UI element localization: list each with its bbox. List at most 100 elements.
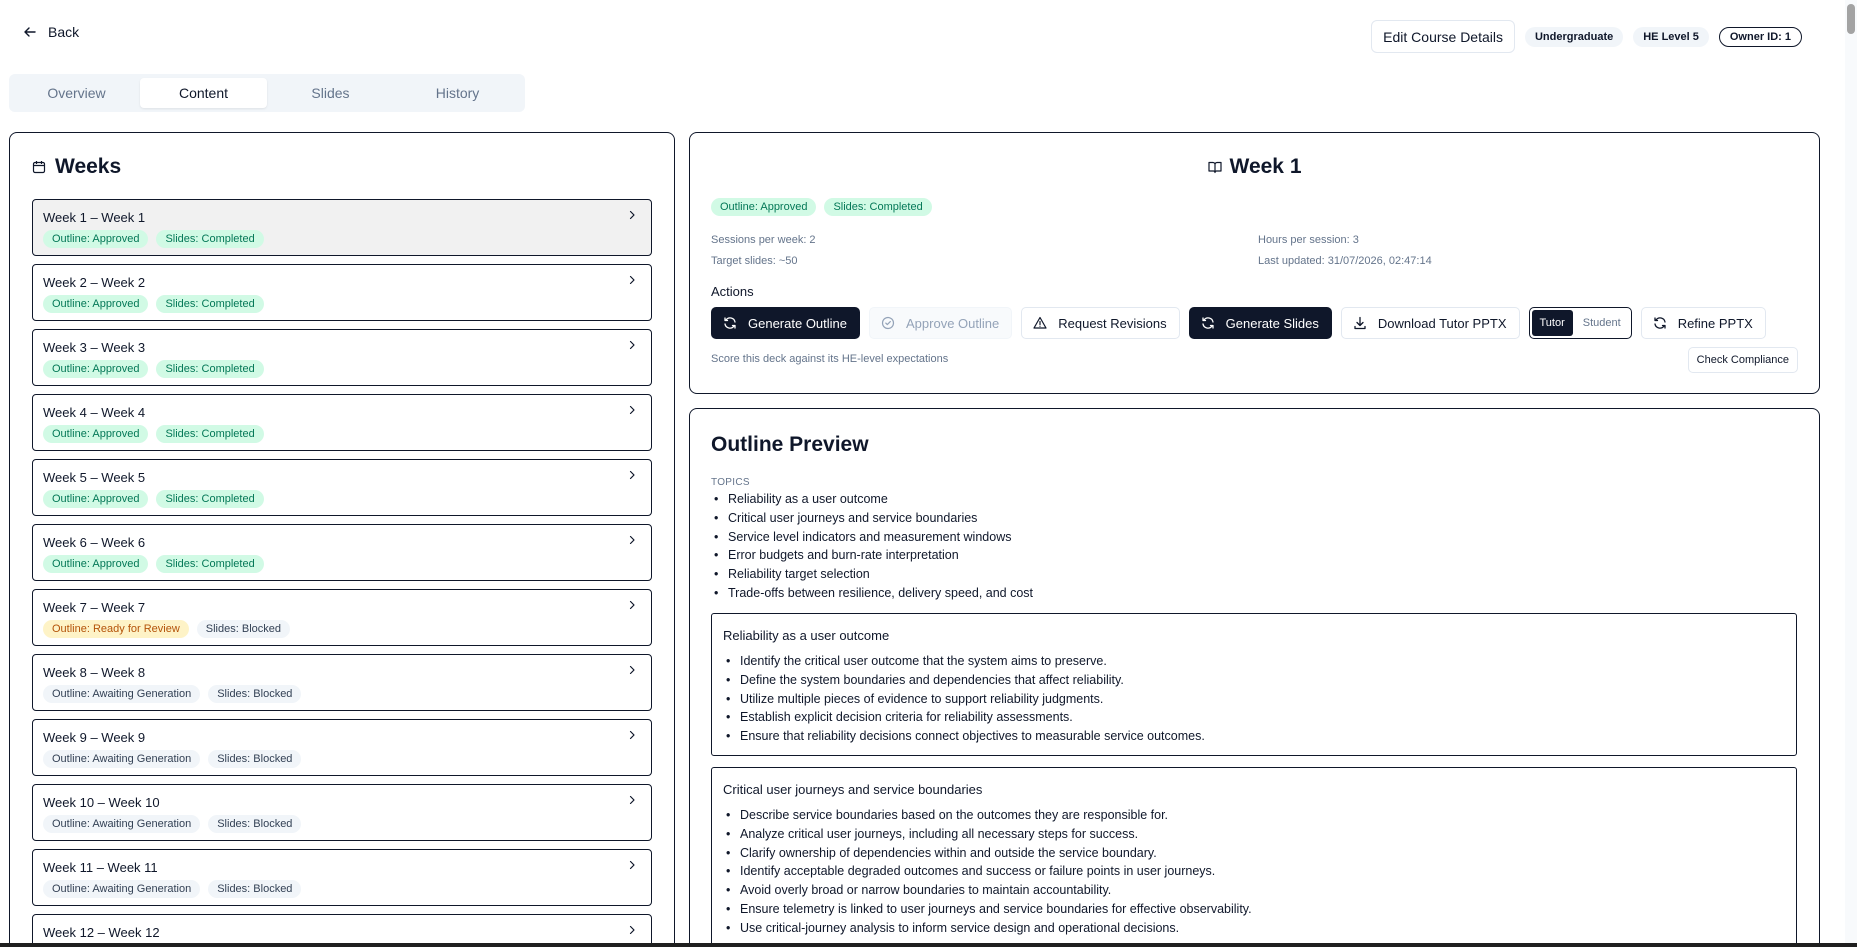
week-name: Week 11 – Week 11 — [43, 860, 158, 875]
page-scrollbar[interactable] — [1845, 0, 1857, 947]
calendar-icon — [32, 161, 46, 174]
request-revisions-button[interactable]: Request Revisions — [1021, 307, 1180, 339]
week-card[interactable]: Week 8 – Week 8 Outline: Awaiting Generat… — [32, 654, 652, 711]
topic-item: Reliability target selection — [711, 565, 1033, 584]
objective-item: Identify the critical user outcome that … — [723, 652, 1205, 671]
chevron-right-icon — [629, 860, 635, 870]
slides-status-badge: Slides: Blocked — [208, 815, 302, 833]
section-title: Critical user journeys and service bound… — [723, 782, 983, 797]
actions-label: Actions — [711, 284, 754, 299]
outline-status-badge: Outline: Approved — [43, 555, 149, 573]
week-card[interactable]: Week 6 – Week 6 Outline: Approved Slides: … — [32, 524, 652, 581]
week-name: Week 3 – Week 3 — [43, 340, 146, 355]
chevron-right-icon — [629, 275, 635, 285]
approve-outline-label: Approve Outline — [906, 315, 1000, 331]
section-objectives: Describe service boundaries based on the… — [723, 806, 1252, 938]
week-detail-badges: Outline: Approved Slides: Completed — [711, 198, 932, 216]
week-name: Week 5 – Week 5 — [43, 470, 146, 485]
actions-toolbar: Generate Outline Approve Outline Request… — [711, 307, 1766, 339]
outline-section: Critical user journeys and service bound… — [711, 767, 1797, 947]
week-status-badges: Outline: Awaiting Generation Slides: Bloc… — [43, 750, 302, 768]
topic-item: Critical user journeys and service bound… — [711, 509, 1033, 528]
download-tutor-pptx-button[interactable]: Download Tutor PPTX — [1340, 307, 1520, 339]
refine-pptx-button[interactable]: Refine PPTX — [1640, 307, 1766, 339]
week-name: Week 6 – Week 6 — [43, 535, 146, 550]
topic-list: Reliability as a user outcome Critical u… — [711, 490, 1033, 603]
tutor-toggle[interactable]: Tutor — [1531, 310, 1573, 336]
objective-item: Establish explicit decision criteria for… — [723, 708, 1205, 727]
objective-item: Ensure that reliability decisions connec… — [723, 727, 1205, 746]
level-badge: Undergraduate — [1524, 26, 1624, 47]
slides-status-badge: Slides: Completed — [156, 230, 264, 248]
objective-item: Identify acceptable degraded outcomes an… — [723, 862, 1252, 881]
outline-status-badge: Outline: Approved — [43, 490, 149, 508]
week-card[interactable]: Week 9 – Week 9 Outline: Awaiting Generat… — [32, 719, 652, 776]
week-detail-heading: Week 1 — [690, 155, 1819, 179]
generate-outline-button[interactable]: Generate Outline — [711, 307, 861, 339]
week-status-badges: Outline: Approved Slides: Completed — [43, 295, 264, 313]
request-revisions-label: Request Revisions — [1058, 315, 1167, 331]
chevron-right-icon — [629, 210, 635, 220]
week-card[interactable]: Week 11 – Week 11 Outline: Awaiting Gener… — [32, 849, 652, 906]
last-updated: Last updated: 31/07/2026, 02:47:14 — [1258, 255, 1432, 267]
week-card[interactable]: Week 10 – Week 10 Outline: Awaiting Gener… — [32, 784, 652, 841]
outline-status-badge: Outline: Ready for Review — [43, 620, 189, 638]
back-button[interactable]: Back — [22, 24, 79, 40]
week-card[interactable]: Week 7 – Week 7 Outline: Ready for Review… — [32, 589, 652, 646]
week-detail-panel: Week 1 Outline: Approved Slides: Complet… — [689, 132, 1820, 394]
approve-outline-button[interactable]: Approve Outline — [869, 307, 1013, 339]
compliance-note: Score this deck against its HE-level exp… — [711, 353, 949, 365]
chevron-right-icon — [629, 925, 635, 935]
tab-bar: Overview Content Slides History — [9, 74, 525, 112]
tab-history[interactable]: History — [394, 78, 521, 108]
objective-item: Analyze critical user journeys, includin… — [723, 825, 1252, 844]
week-status-badges: Outline: Awaiting Generation Slides: Bloc… — [43, 685, 302, 703]
week-card[interactable]: Week 2 – Week 2 Outline: Approved Slides: … — [32, 264, 652, 321]
chevron-right-icon — [629, 600, 635, 610]
week-card[interactable]: Week 1 – Week 1 Outline: Approved Slides: … — [32, 199, 652, 256]
objective-item: Clarify ownership of dependencies within… — [723, 844, 1252, 863]
generate-slides-button[interactable]: Generate Slides — [1188, 307, 1332, 339]
chevron-right-icon — [629, 795, 635, 805]
week-card[interactable]: Week 5 – Week 5 Outline: Approved Slides: … — [32, 459, 652, 516]
course-header-actions: Edit Course Details Undergraduate HE Lev… — [1371, 20, 1802, 53]
refine-pptx-label: Refine PPTX — [1677, 315, 1753, 331]
tab-content[interactable]: Content — [140, 78, 267, 108]
weeks-heading: Weeks — [32, 155, 121, 179]
outline-status-badge: Outline: Approved — [43, 295, 149, 313]
week-status-badges: Outline: Approved Slides: Completed — [43, 555, 264, 573]
week-status-badges: Outline: Ready for Review Slides: Blocked — [43, 620, 290, 638]
tab-overview[interactable]: Overview — [13, 78, 140, 108]
week-name: Week 9 – Week 9 — [43, 730, 146, 745]
slides-status-badge: Slides: Completed — [156, 490, 264, 508]
week-card[interactable]: Week 3 – Week 3 Outline: Approved Slides: … — [32, 329, 652, 386]
chevron-right-icon — [629, 730, 635, 740]
refresh-icon — [724, 317, 736, 329]
target-slides: Target slides: ~50 — [711, 255, 798, 267]
objective-item: Avoid overly broad or narrow boundaries … — [723, 881, 1252, 900]
section-objectives: Identify the critical user outcome that … — [723, 652, 1205, 746]
student-toggle[interactable]: Student — [1575, 310, 1629, 336]
arrow-left-icon — [24, 27, 36, 37]
slides-status-badge: Slides: Blocked — [208, 880, 302, 898]
scrollbar-thumb[interactable] — [1847, 4, 1855, 34]
week-card[interactable]: Week 4 – Week 4 Outline: Approved Slides: … — [32, 394, 652, 451]
objective-item: Define the system boundaries and depende… — [723, 671, 1205, 690]
outline-status-badge: Outline: Approved — [711, 198, 817, 216]
outline-status-badge: Outline: Approved — [43, 425, 149, 443]
download-tutor-pptx-label: Download Tutor PPTX — [1377, 315, 1507, 331]
slides-status-badge: Slides: Blocked — [196, 620, 290, 638]
week-name: Week 10 – Week 10 — [43, 795, 160, 810]
week-name: Week 4 – Week 4 — [43, 405, 146, 420]
edit-course-details-button[interactable]: Edit Course Details — [1371, 20, 1515, 53]
tab-slides[interactable]: Slides — [267, 78, 394, 108]
outline-status-badge: Outline: Awaiting Generation — [43, 750, 201, 768]
outline-status-badge: Outline: Awaiting Generation — [43, 880, 201, 898]
outline-section: Reliability as a user outcome Identify t… — [711, 613, 1797, 756]
week-status-badges: Outline: Approved Slides: Completed — [43, 425, 264, 443]
week-name: Week 2 – Week 2 — [43, 275, 146, 290]
back-label: Back — [48, 24, 80, 40]
check-compliance-button[interactable]: Check Compliance — [1687, 347, 1798, 373]
objective-item: Use critical-journey analysis to inform … — [723, 919, 1252, 938]
outline-status-badge: Outline: Approved — [43, 230, 149, 248]
